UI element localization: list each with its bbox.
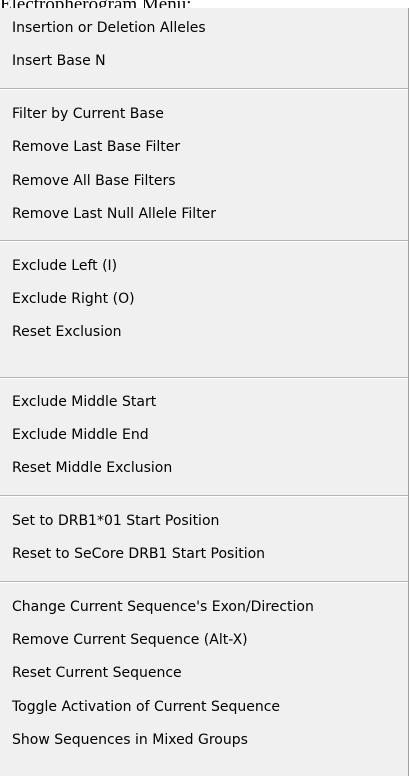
menu-item-remove-current-sequence[interactable]: Remove Current Sequence (Alt-X) <box>12 626 248 654</box>
menu-item-change-sequence-exon-direction[interactable]: Change Current Sequence's Exon/Direction <box>12 593 314 621</box>
menu-item-remove-all-base-filters[interactable]: Remove All Base Filters <box>12 167 176 195</box>
menu-item-exclude-right[interactable]: Exclude Right (O) <box>12 285 135 313</box>
menu-item-remove-last-base-filter[interactable]: Remove Last Base Filter <box>12 133 180 161</box>
screen: Electropherogram Menu: Insertion or Dele… <box>0 0 409 776</box>
menu-item-remove-last-null-allele-filter[interactable]: Remove Last Null Allele Filter <box>12 200 216 228</box>
menu-item-reset-secore-drb1-start[interactable]: Reset to SeCore DRB1 Start Position <box>12 540 265 568</box>
menu-item-insertion-deletion-alleles[interactable]: Insertion or Deletion Alleles <box>12 14 206 42</box>
menu-separator <box>0 377 408 379</box>
menu-item-reset-current-sequence[interactable]: Reset Current Sequence <box>12 659 182 687</box>
menu-separator <box>0 495 408 497</box>
menu-item-show-sequences-mixed-groups[interactable]: Show Sequences in Mixed Groups <box>12 726 248 754</box>
menu-item-reset-exclusion[interactable]: Reset Exclusion <box>12 318 122 346</box>
menu-separator <box>0 240 408 242</box>
menu-item-exclude-middle-start[interactable]: Exclude Middle Start <box>12 388 156 416</box>
context-menu: Insertion or Deletion Alleles Insert Bas… <box>0 8 409 776</box>
menu-item-filter-current-base[interactable]: Filter by Current Base <box>12 100 164 128</box>
menu-item-insert-base-n[interactable]: Insert Base N <box>12 47 106 75</box>
menu-item-exclude-middle-end[interactable]: Exclude Middle End <box>12 421 149 449</box>
menu-item-reset-middle-exclusion[interactable]: Reset Middle Exclusion <box>12 454 172 482</box>
menu-item-set-drb1-01-start[interactable]: Set to DRB1*01 Start Position <box>12 507 219 535</box>
menu-item-exclude-left[interactable]: Exclude Left (I) <box>12 252 117 280</box>
menu-separator <box>0 581 408 583</box>
menu-separator <box>0 88 408 90</box>
menu-item-toggle-activation-current-sequence[interactable]: Toggle Activation of Current Sequence <box>12 693 280 721</box>
